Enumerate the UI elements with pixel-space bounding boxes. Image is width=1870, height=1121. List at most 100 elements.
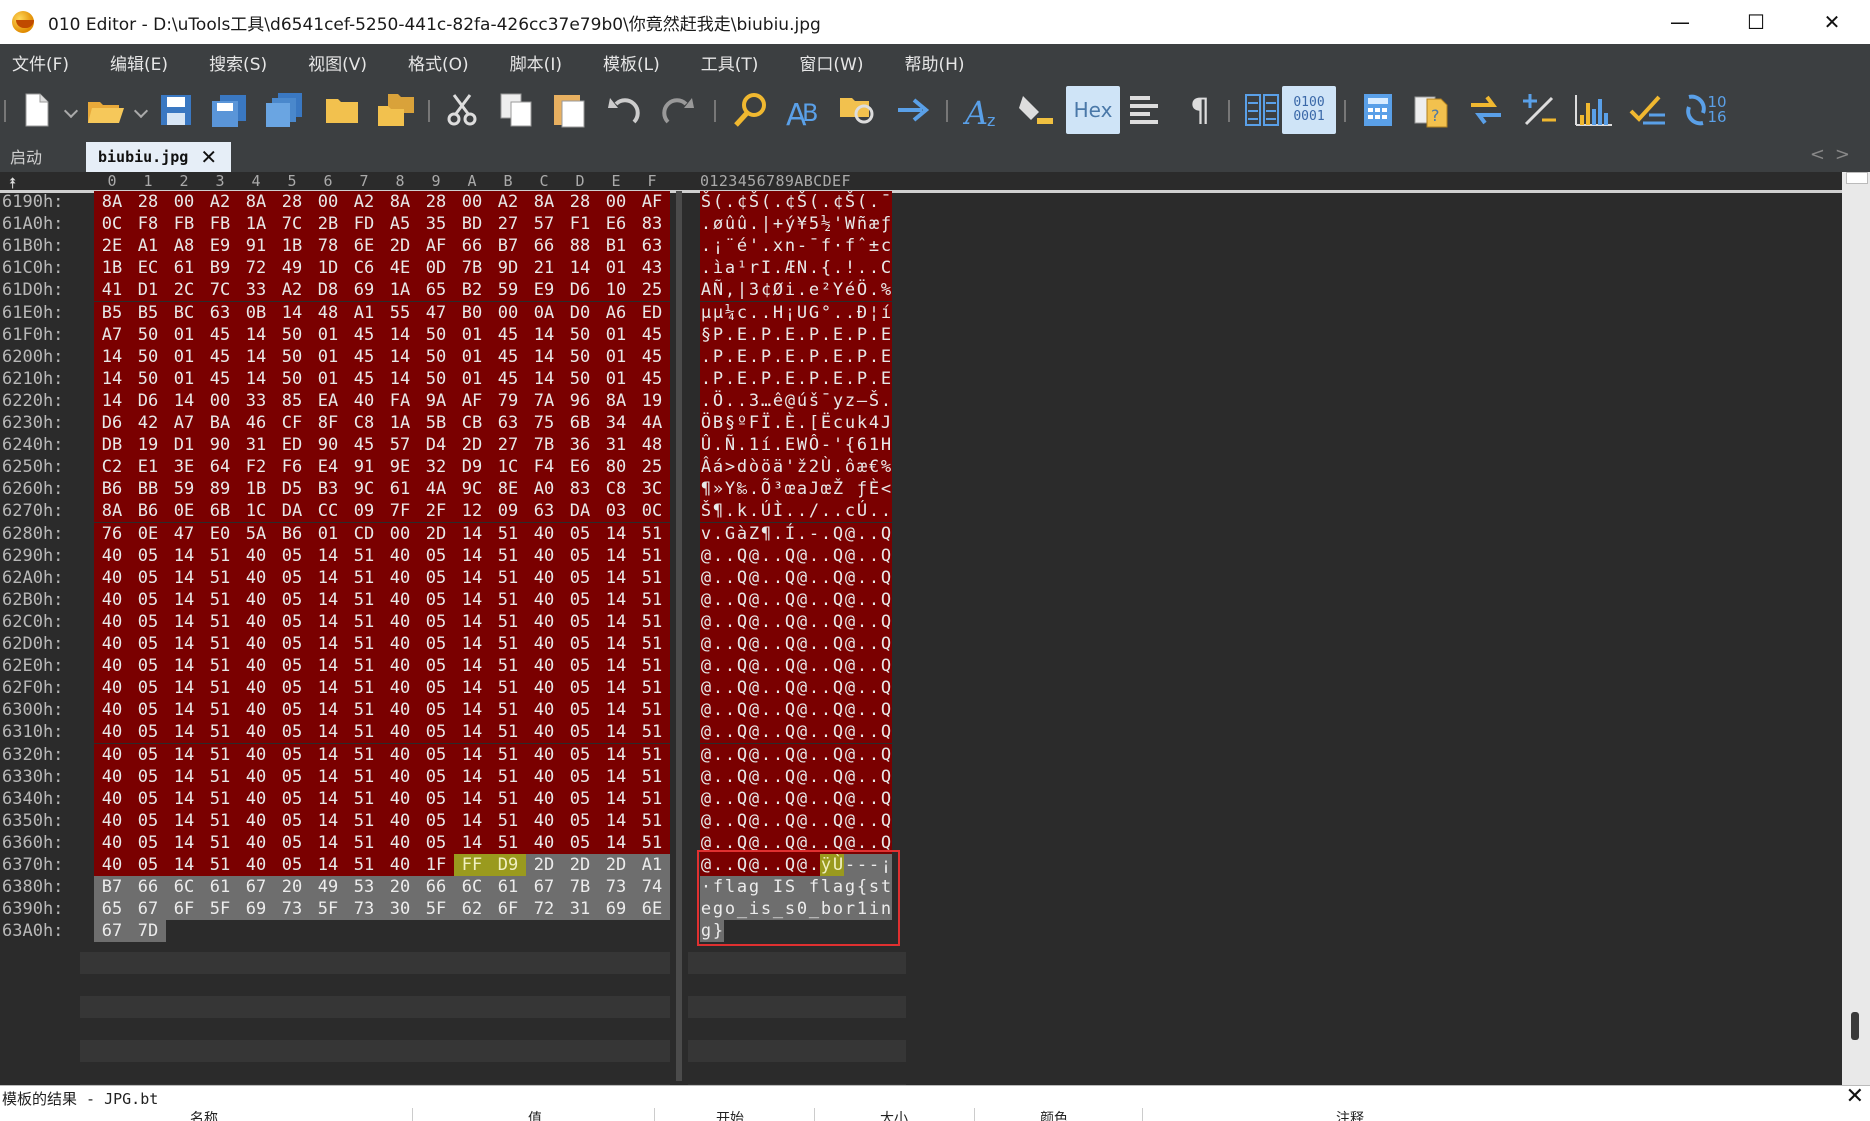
hex-byte[interactable]: 05 [562,743,598,766]
hex-byte[interactable]: 01 [166,345,202,368]
hex-byte[interactable]: 73 [274,898,310,921]
hex-byte[interactable]: 61 [490,876,526,899]
hex-byte[interactable]: 51 [490,765,526,788]
ascii-text[interactable]: Š ¶. k. Ú Ì.. /.. c Ú.. [700,500,892,523]
hex-byte[interactable]: 14 [454,522,490,545]
hex-byte[interactable]: 61 [202,876,238,899]
hex-byte[interactable]: 20 [274,876,310,899]
hex-byte[interactable]: 50 [274,345,310,368]
column-comment[interactable]: 注释 [1336,1108,1364,1121]
hex-byte[interactable]: 05 [130,787,166,810]
hex-byte[interactable]: 2D [526,854,562,876]
hex-byte[interactable]: 14 [310,809,346,832]
hex-byte[interactable]: 51 [202,765,238,788]
hex-byte[interactable]: 7C [274,213,310,236]
hex-byte[interactable]: 45 [346,367,382,390]
hex-byte[interactable]: 90 [202,434,238,457]
hex-byte[interactable]: 3E [166,456,202,479]
hex-byte[interactable]: BB [130,478,166,501]
hex-byte[interactable]: 51 [346,566,382,589]
hex-byte[interactable]: 50 [562,367,598,390]
hex-byte[interactable]: 85 [274,389,310,412]
menu-search[interactable]: 搜索(S) [197,50,280,75]
hex-byte[interactable]: 28 [130,191,166,213]
hex-byte[interactable]: 03 [598,500,634,523]
hex-byte[interactable]: A2 [274,279,310,302]
hex-byte[interactable]: 12 [454,500,490,523]
hex-byte[interactable]: 05 [130,699,166,722]
hex-byte[interactable]: 40 [346,389,382,412]
hex-byte[interactable]: 64 [202,456,238,479]
hex-byte[interactable]: 05 [274,743,310,766]
hex-byte[interactable]: 14 [310,787,346,810]
hex-byte[interactable]: 14 [166,743,202,766]
hex-byte[interactable]: 50 [418,323,454,346]
hex-byte[interactable]: 31 [238,434,274,457]
hex-byte[interactable]: 00 [454,191,490,213]
hex-byte[interactable]: B2 [454,279,490,302]
hex-byte[interactable]: 14 [166,588,202,611]
hex-byte[interactable]: A0 [526,478,562,501]
panel-close-icon[interactable]: ✕ [1846,1084,1864,1109]
hex-byte[interactable]: 14 [166,699,202,722]
hex-byte[interactable]: 45 [202,345,238,368]
hex-byte[interactable]: 40 [238,588,274,611]
hex-byte[interactable]: 69 [598,898,634,921]
ascii-text[interactable]: @.. Q @.. Q @.. Q @.. Q [700,699,892,722]
hex-byte[interactable]: 4E [382,257,418,280]
hex-byte[interactable]: 05 [418,677,454,700]
hex-byte[interactable]: 51 [202,743,238,766]
hex-byte[interactable]: 05 [562,655,598,678]
hex-byte[interactable]: 40 [94,854,130,876]
hex-byte[interactable]: E4 [310,456,346,479]
hex-byte[interactable]: 40 [526,655,562,678]
hex-byte[interactable]: 40 [94,566,130,589]
template-icon[interactable] [1122,86,1170,134]
ascii-text[interactable]: @.. Q @.. Q @.. Q @.. Q [700,809,892,832]
hex-byte[interactable]: 14 [382,345,418,368]
hex-byte[interactable]: 05 [130,677,166,700]
hex-byte[interactable]: B5 [94,301,130,324]
hex-byte[interactable]: F6 [274,456,310,479]
hex-byte[interactable]: 51 [634,655,670,678]
maximize-button[interactable]: ☐ [1718,0,1794,44]
hex-byte[interactable]: 59 [166,478,202,501]
column-size[interactable]: 大小 [880,1108,908,1121]
hex-byte[interactable]: 40 [94,544,130,567]
hex-byte[interactable]: 05 [562,699,598,722]
hex-byte[interactable]: 05 [562,765,598,788]
hex-byte[interactable]: 51 [202,544,238,567]
hex-byte[interactable]: D6 [130,389,166,412]
hex-byte[interactable]: 40 [94,721,130,744]
ascii-text[interactable]: Âá > d ò ö ä ' ž 2 Ù. ô æ €% [700,456,892,479]
hex-byte[interactable]: 40 [238,831,274,854]
hex-byte[interactable]: 14 [166,544,202,567]
hex-byte[interactable]: 40 [526,566,562,589]
histogram-icon[interactable] [1570,86,1618,134]
hex-byte[interactable]: 51 [202,699,238,722]
hex-byte[interactable]: 50 [274,323,310,346]
hex-byte[interactable]: 31 [562,898,598,921]
hex-byte[interactable]: 40 [526,633,562,655]
new-file-icon[interactable] [12,86,60,134]
hex-byte[interactable]: 40 [526,787,562,810]
hex-byte[interactable]: 14 [598,566,634,589]
hex-byte[interactable]: 14 [310,699,346,722]
hex-byte[interactable]: 2B [310,213,346,236]
hex-byte[interactable]: 78 [310,235,346,258]
hex-byte[interactable]: 14 [166,389,202,412]
hex-byte[interactable]: 40 [526,809,562,832]
hex-byte[interactable]: 51 [346,854,382,876]
close-button[interactable]: ✕ [1794,0,1870,44]
ascii-text[interactable]: . ¡ ¨ é '. x n - ¯ f · f ˆ ± c [700,235,892,258]
hex-byte[interactable]: 14 [526,367,562,390]
hex-byte[interactable]: 57 [526,213,562,236]
hex-byte[interactable]: 40 [526,743,562,766]
hex-byte[interactable]: 05 [130,655,166,678]
hex-byte[interactable]: 47 [166,522,202,545]
ascii-text[interactable]: .P.E.P.E.P.E.P.E [700,367,892,390]
hex-byte[interactable]: 5F [202,898,238,921]
hex-byte[interactable]: 01 [598,367,634,390]
hex-byte[interactable]: A7 [94,323,130,346]
hex-byte[interactable]: 4A [418,478,454,501]
